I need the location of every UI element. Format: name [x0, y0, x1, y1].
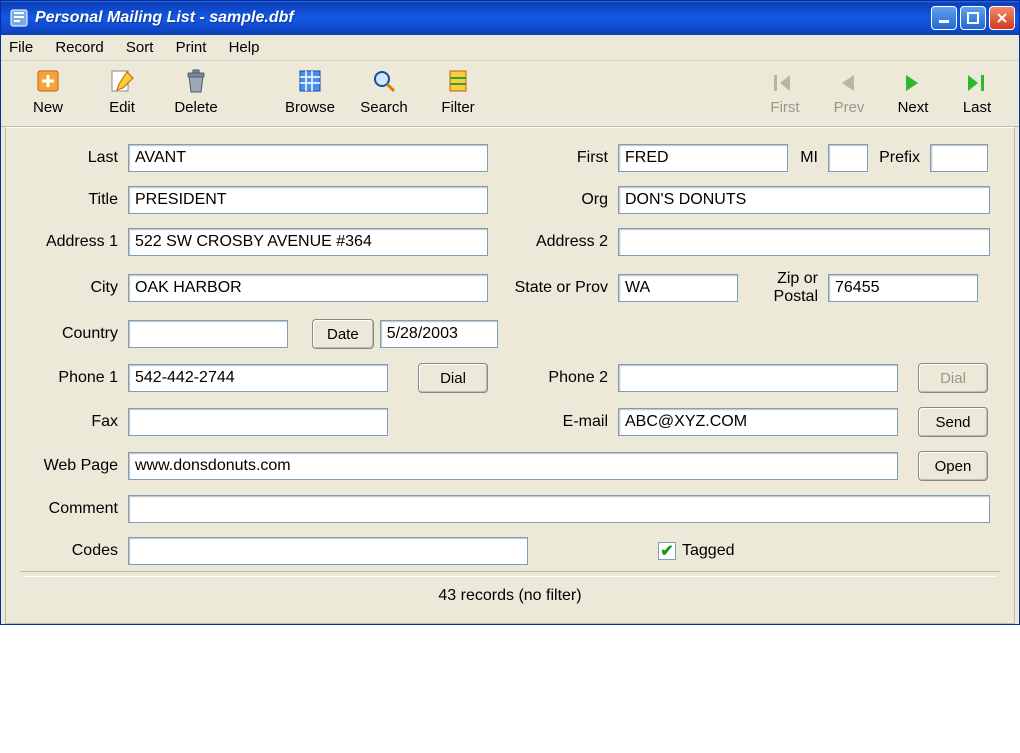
delete-button[interactable]: Delete [159, 67, 233, 116]
address2-input[interactable] [618, 228, 990, 256]
first-icon [772, 73, 798, 95]
filter-button[interactable]: Filter [421, 67, 495, 116]
address1-label: Address 1 [20, 233, 128, 251]
app-icon [9, 8, 29, 28]
menu-print[interactable]: Print [176, 39, 207, 56]
mi-label: MI [788, 149, 828, 167]
comment-label: Comment [20, 500, 128, 518]
edit-button[interactable]: Edit [85, 67, 159, 116]
email-label: E-mail [488, 413, 618, 431]
menu-sort[interactable]: Sort [126, 39, 154, 56]
tagged-checkbox[interactable]: ✔ Tagged [658, 542, 735, 560]
browse-icon [296, 67, 324, 95]
titlebar: Personal Mailing List - sample.dbf [1, 1, 1019, 35]
search-icon [370, 67, 398, 95]
open-button[interactable]: Open [918, 451, 988, 481]
dial2-button[interactable]: Dial [918, 363, 988, 393]
browse-label: Browse [285, 99, 335, 116]
codes-input[interactable] [128, 537, 528, 565]
send-button[interactable]: Send [918, 407, 988, 437]
date-button[interactable]: Date [312, 319, 374, 349]
email-input[interactable] [618, 408, 898, 436]
browse-button[interactable]: Browse [273, 67, 347, 116]
checkbox-icon: ✔ [658, 542, 676, 560]
phone2-label: Phone 2 [488, 369, 618, 387]
edit-icon [108, 67, 136, 95]
state-input[interactable] [618, 274, 738, 302]
form-panel: Last First MI Prefix Title Org Address 1… [5, 127, 1015, 624]
new-icon [34, 67, 62, 95]
last-button[interactable]: Last [945, 73, 1009, 116]
last-icon [964, 73, 990, 95]
state-label: State or Prov [488, 279, 618, 297]
separator [20, 571, 1000, 572]
delete-label: Delete [174, 99, 217, 116]
menubar: File Record Sort Print Help [1, 35, 1019, 61]
prev-button[interactable]: Prev [817, 73, 881, 116]
prefix-label: Prefix [868, 149, 930, 167]
fax-label: Fax [20, 413, 128, 431]
phone1-input[interactable] [128, 364, 388, 392]
first-label: First [488, 149, 618, 167]
prev-icon [836, 73, 862, 95]
org-input[interactable] [618, 186, 990, 214]
prefix-input[interactable] [930, 144, 988, 172]
title-input[interactable] [128, 186, 488, 214]
last-input[interactable] [128, 144, 488, 172]
delete-icon [182, 67, 210, 95]
next-label: Next [898, 99, 929, 116]
menu-help[interactable]: Help [229, 39, 260, 56]
title-label: Title [20, 191, 128, 209]
date-input[interactable] [380, 320, 498, 348]
toolbar: New Edit Delete Browse Search Filter Fir… [1, 61, 1019, 127]
zip-input[interactable] [828, 274, 978, 302]
dial1-button[interactable]: Dial [418, 363, 488, 393]
edit-label: Edit [109, 99, 135, 116]
address2-label: Address 2 [488, 233, 618, 251]
fax-input[interactable] [128, 408, 388, 436]
first-input[interactable] [618, 144, 788, 172]
last-label: Last [20, 149, 128, 167]
next-icon [900, 73, 926, 95]
webpage-label: Web Page [20, 457, 128, 475]
title-text: Personal Mailing List - sample.dbf [35, 9, 931, 27]
phone2-input[interactable] [618, 364, 898, 392]
first-button[interactable]: First [753, 73, 817, 116]
status-bar: 43 records (no filter) [24, 576, 996, 615]
last-label: Last [963, 99, 991, 116]
filter-label: Filter [441, 99, 474, 116]
new-button[interactable]: New [11, 67, 85, 116]
menu-file[interactable]: File [9, 39, 33, 56]
prev-label: Prev [834, 99, 865, 116]
zip-label: Zip or Postal [738, 270, 828, 305]
new-label: New [33, 99, 63, 116]
next-button[interactable]: Next [881, 73, 945, 116]
menu-record[interactable]: Record [55, 39, 103, 56]
first-label: First [770, 99, 799, 116]
comment-input[interactable] [128, 495, 990, 523]
org-label: Org [488, 191, 618, 209]
city-input[interactable] [128, 274, 488, 302]
codes-label: Codes [20, 542, 128, 560]
phone1-label: Phone 1 [20, 369, 128, 387]
close-button[interactable] [989, 6, 1015, 30]
window: Personal Mailing List - sample.dbf File … [0, 0, 1020, 625]
country-input[interactable] [128, 320, 288, 348]
country-label: Country [20, 325, 128, 343]
tagged-label: Tagged [682, 542, 735, 560]
minimize-button[interactable] [931, 6, 957, 30]
filter-icon [444, 67, 472, 95]
webpage-input[interactable] [128, 452, 898, 480]
search-label: Search [360, 99, 408, 116]
mi-input[interactable] [828, 144, 868, 172]
search-button[interactable]: Search [347, 67, 421, 116]
address1-input[interactable] [128, 228, 488, 256]
maximize-button[interactable] [960, 6, 986, 30]
city-label: City [20, 279, 128, 297]
